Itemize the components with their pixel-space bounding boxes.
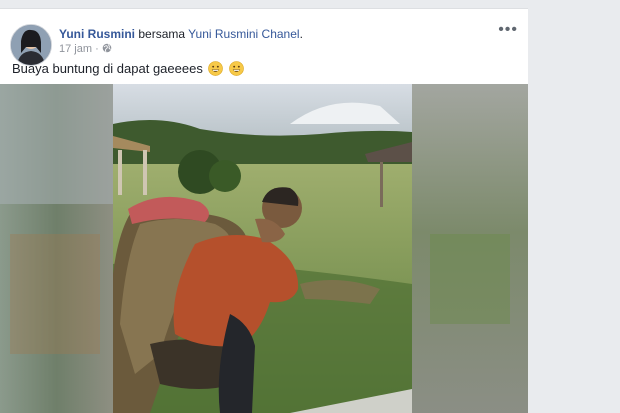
more-options-button[interactable]: ••• bbox=[498, 21, 518, 39]
post-card: Yuni Rusmini bersama Yuni Rusmini Chanel… bbox=[0, 0, 528, 413]
right-gutter bbox=[528, 0, 620, 413]
divider bbox=[0, 8, 528, 9]
author-name-link[interactable]: Yuni Rusmini bbox=[59, 27, 135, 41]
post-header: Yuni Rusmini bersama Yuni Rusmini Chanel… bbox=[59, 27, 303, 41]
post-caption: Buaya buntung di dapat gaeeees bbox=[12, 61, 244, 76]
post-meta: 17 jam · bbox=[59, 43, 112, 55]
grinning-face-icon bbox=[208, 61, 224, 76]
meta-separator: · bbox=[95, 43, 99, 55]
avatar-image bbox=[11, 25, 51, 65]
avatar[interactable] bbox=[10, 24, 52, 66]
video-player[interactable] bbox=[0, 84, 528, 413]
grinning-face-icon bbox=[229, 61, 244, 76]
with-text: bersama bbox=[138, 27, 186, 41]
page-name-link[interactable]: Yuni Rusmini Chanel bbox=[188, 27, 299, 41]
video-frame bbox=[0, 84, 528, 413]
globe-icon[interactable] bbox=[102, 43, 112, 53]
top-gutter bbox=[0, 0, 528, 8]
caption-text: Buaya buntung di dapat gaeeees bbox=[12, 61, 203, 76]
page-suffix: . bbox=[299, 27, 303, 41]
timestamp-link[interactable]: 17 jam bbox=[59, 43, 92, 55]
